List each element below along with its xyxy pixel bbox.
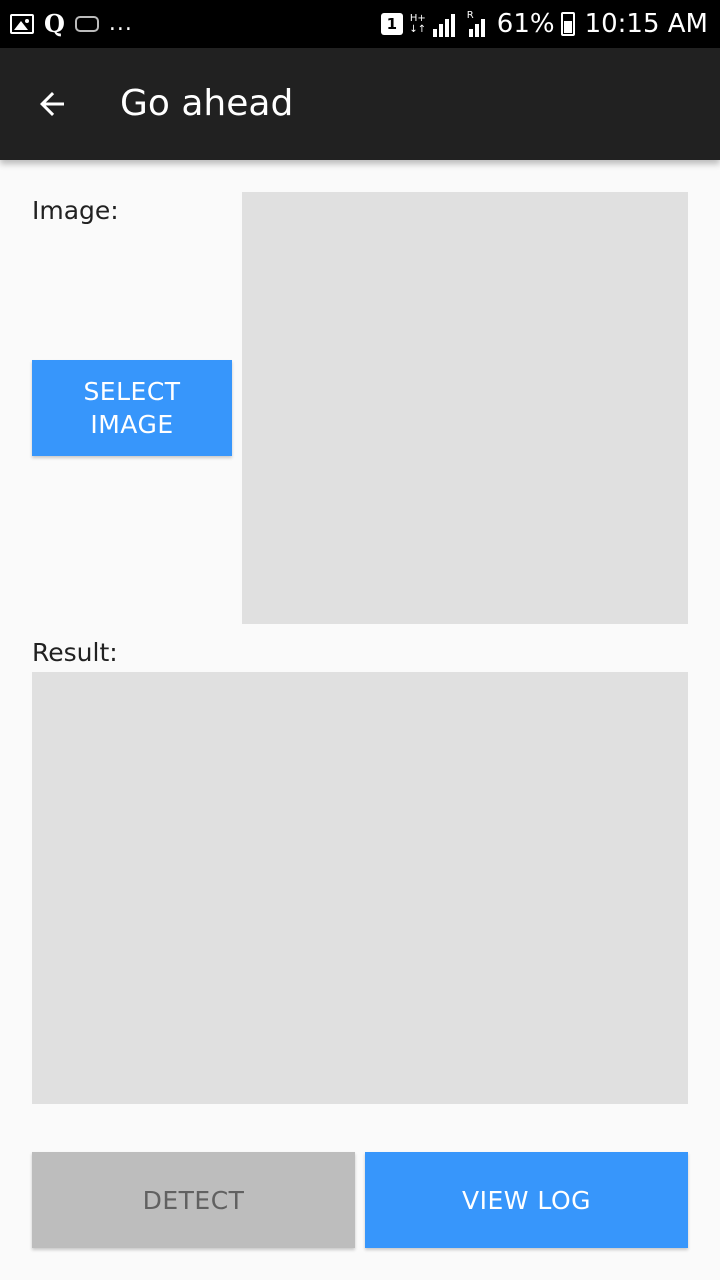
select-image-button[interactable]: SELECT IMAGE: [32, 360, 232, 456]
signal-strength-icon: [432, 11, 461, 37]
status-bar: Q ... 1 H+ ↓↑ R 61% 10:15 AM: [0, 0, 720, 48]
image-notification-icon: [10, 14, 34, 34]
arrow-left-icon: [40, 92, 64, 116]
roaming-signal-icon: R: [467, 11, 491, 37]
clock: 10:15 AM: [584, 9, 708, 39]
result-preview: [32, 672, 688, 1104]
q-app-icon: Q: [44, 9, 65, 38]
network-type-icon: H+ ↓↑: [409, 13, 427, 35]
more-notifications-indicator: ...: [108, 11, 133, 36]
battery-icon: [560, 12, 575, 36]
detect-button[interactable]: DETECT: [32, 1152, 355, 1248]
page-title: Go ahead: [120, 83, 294, 124]
view-log-button[interactable]: VIEW LOG: [365, 1152, 688, 1248]
sim-indicator-icon: 1: [380, 13, 403, 35]
roaming-label: R: [466, 10, 474, 21]
result-label: Result:: [32, 638, 118, 667]
image-label: Image:: [32, 196, 119, 225]
app-toolbar: Go ahead: [0, 48, 720, 160]
data-activity-arrows: ↓↑: [409, 24, 427, 35]
battery-percent: 61%: [496, 9, 555, 39]
bus-app-icon: [74, 16, 99, 32]
network-type-label: H+: [409, 13, 426, 24]
back-button[interactable]: [24, 76, 80, 132]
image-preview: [242, 192, 688, 624]
system-icons: 1 H+ ↓↑ R 61% 10:15 AM: [380, 6, 708, 42]
notification-icons: Q ...: [10, 9, 133, 39]
